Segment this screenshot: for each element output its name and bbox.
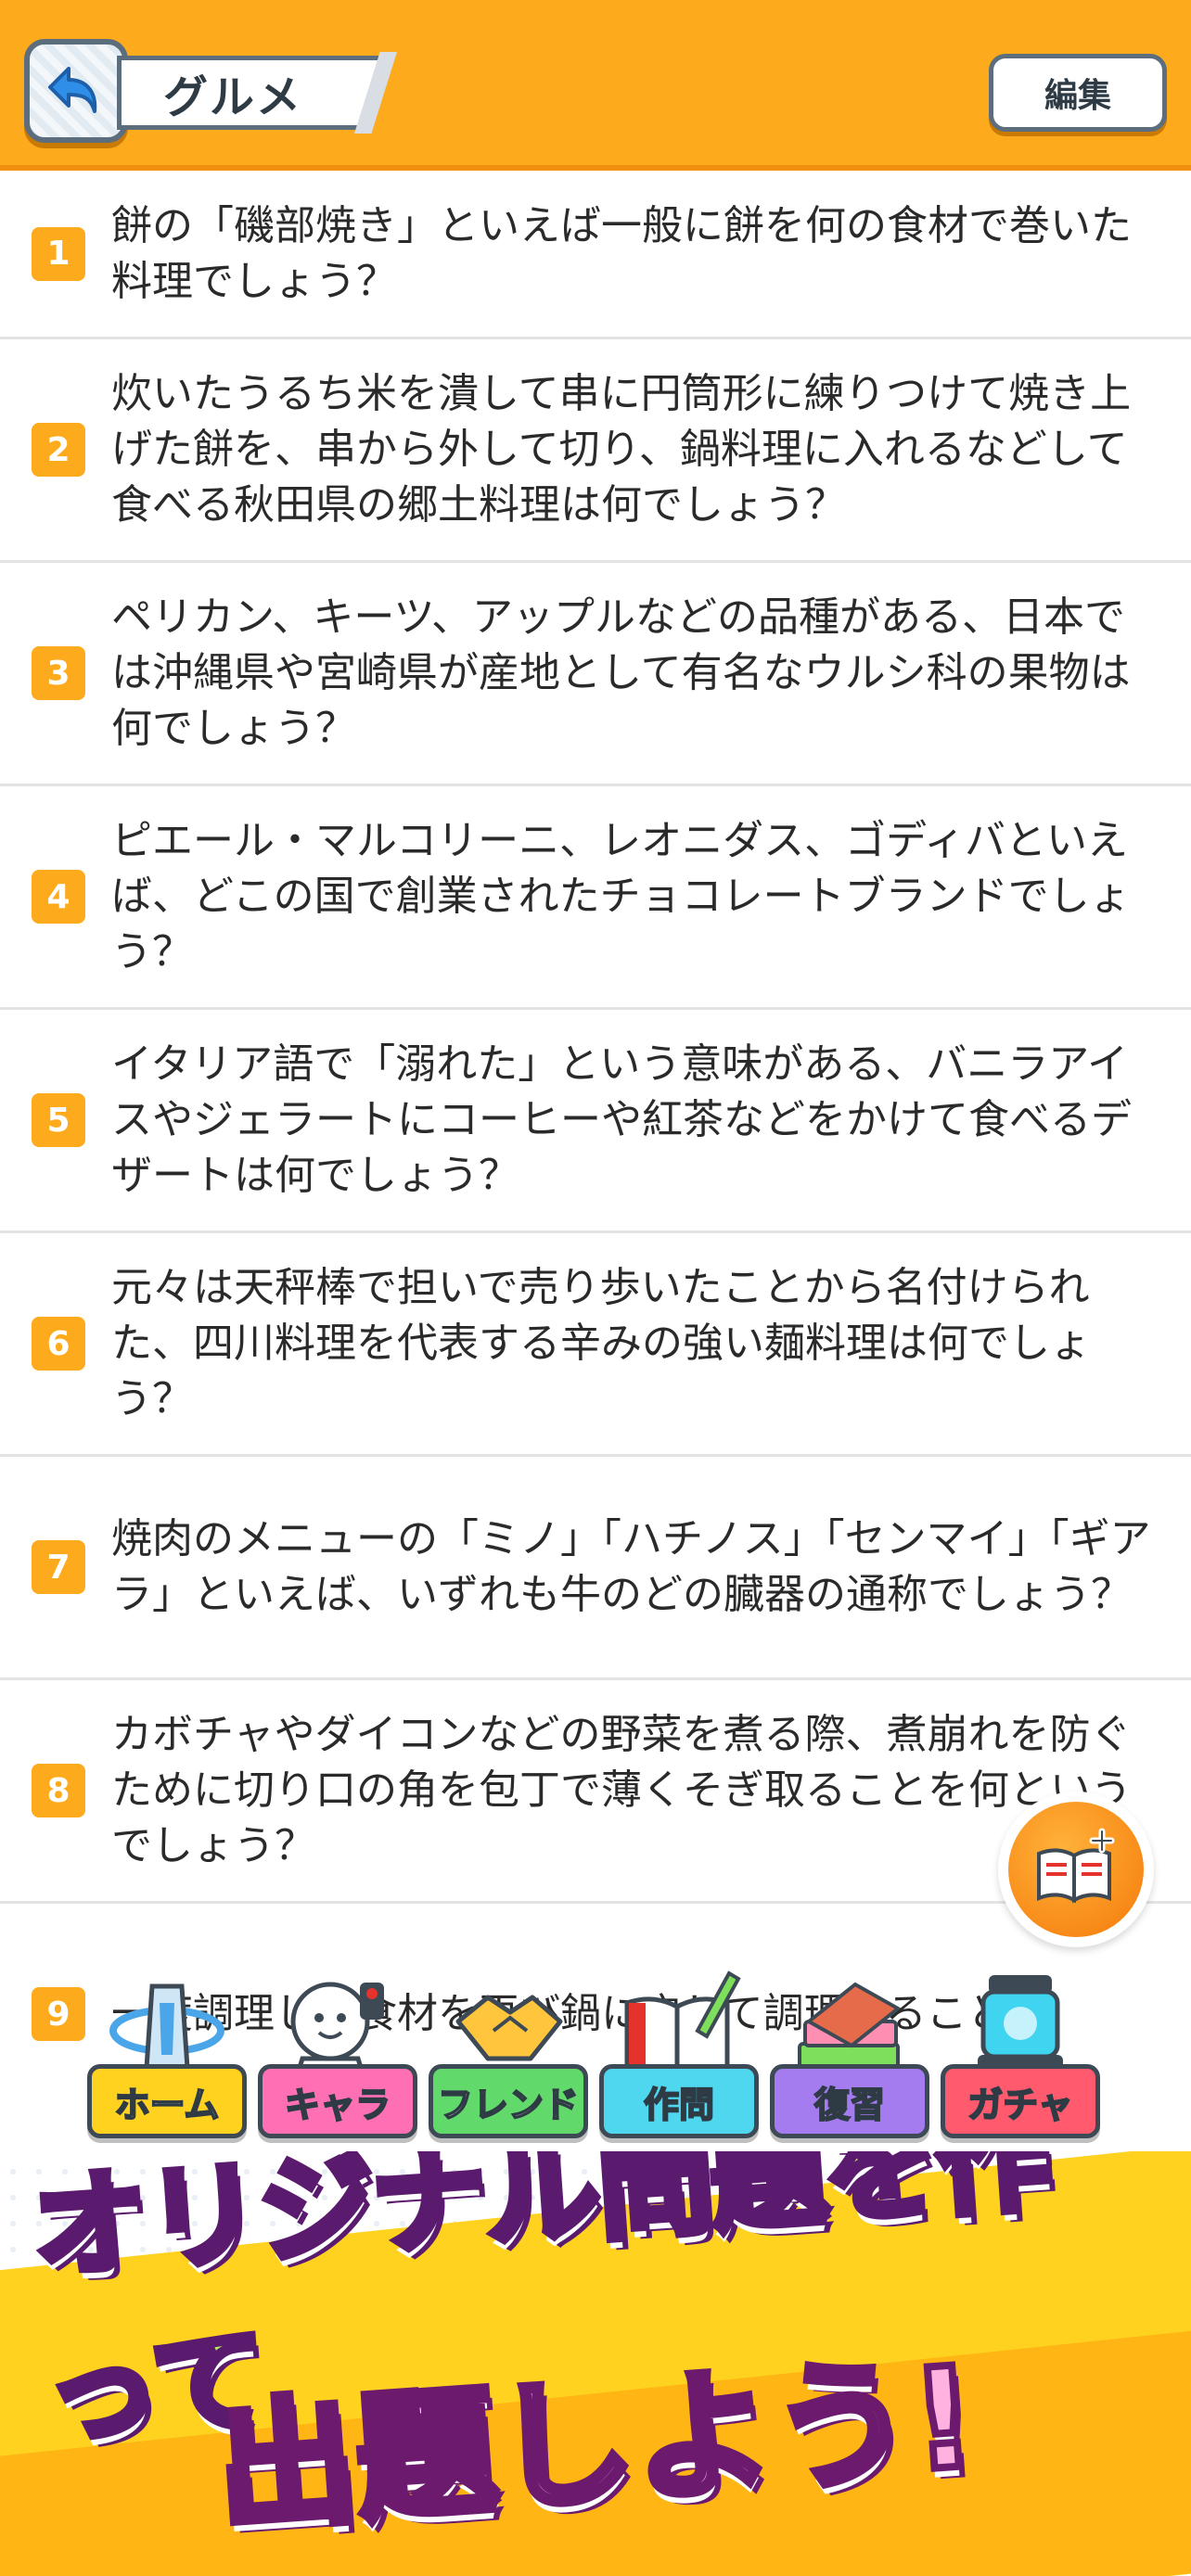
question-text: ピエール・マルコリーニ、レオニダス、ゴディバといえば、どこの国で創業されたチョコ… bbox=[111, 817, 1131, 976]
question-number-badge: 4 bbox=[32, 870, 85, 924]
page-title: グルメ bbox=[163, 71, 303, 123]
question-number-badge: 3 bbox=[32, 646, 85, 700]
promo-banner: オリジナル問題を作って 出題しよう! bbox=[0, 2133, 1191, 2576]
tab-label: 復習 bbox=[770, 2064, 929, 2138]
tab-1[interactable]: ホーム bbox=[87, 1966, 247, 2148]
tab-label: ホーム bbox=[87, 2064, 247, 2138]
question-number-badge: 9 bbox=[32, 1987, 85, 2041]
question-text: 炊いたうるち米を潰して串に円筒形に練りつけて焼き上げた餅を、串から外して切り、鍋… bbox=[111, 370, 1132, 529]
question-text: 餅の「磯部焼き」といえば一般に餅を何の食材で巻いた料理でしょう？ bbox=[111, 201, 1132, 305]
question-row[interactable]: 2 炊いたうるち米を潰して串に円筒形に練りつけて焼き上げた餅を、串から外して切り、… bbox=[0, 339, 1191, 563]
question-text: ペリカン、キーツ、アップルなどの品種がある、日本では沖縄県や宮崎県が産地として有… bbox=[111, 593, 1131, 752]
question-row[interactable]: 1 餅の「磯部焼き」といえば一般に餅を何の食材で巻いた料理でしょう？ bbox=[0, 171, 1191, 339]
back-arrow-icon bbox=[48, 67, 97, 113]
question-number-badge: 7 bbox=[32, 1540, 85, 1594]
book-plus-icon bbox=[1037, 1828, 1115, 1904]
question-number-badge: 8 bbox=[32, 1764, 85, 1817]
tab-5[interactable]: 復習 bbox=[770, 1966, 929, 2148]
question-number-badge: 5 bbox=[32, 1093, 85, 1147]
tab-label: フレンド bbox=[429, 2064, 588, 2138]
back-button[interactable] bbox=[24, 39, 128, 143]
question-text: イタリア語で「溺れた」という意味がある、バニラアイスやジェラートにコーヒーや紅茶… bbox=[111, 1040, 1132, 1199]
question-row[interactable]: 6 元々は天秤棒で担いで売り歩いたことから名付けられた、四川料理を代表する辛みの強… bbox=[0, 1233, 1191, 1457]
question-number-badge: 1 bbox=[32, 226, 85, 281]
tab-3[interactable]: フレンド bbox=[429, 1966, 588, 2148]
tab-6[interactable]: ガチャ bbox=[941, 1966, 1100, 2148]
question-row[interactable]: 7 焼肉のメニューの「ミノ」「ハチノス」「センマイ」「ギアラ」といえば、いずれも牛… bbox=[0, 1457, 1191, 1680]
create-question-button[interactable] bbox=[998, 1792, 1154, 1947]
question-text: 焼肉のメニューの「ミノ」「ハチノス」「センマイ」「ギアラ」といえば、いずれも牛の… bbox=[111, 1515, 1151, 1618]
tab-4[interactable]: 作問 bbox=[599, 1966, 759, 2148]
tab-label: キャラ bbox=[258, 2064, 417, 2138]
tab-label: ガチャ bbox=[941, 2064, 1100, 2138]
question-row[interactable]: 3 ペリカン、キーツ、アップルなどの品種がある、日本では沖縄県や宮崎県が産地として… bbox=[0, 563, 1191, 786]
tab-2[interactable]: キャラ bbox=[258, 1966, 417, 2148]
edit-button[interactable]: 編集 bbox=[989, 54, 1167, 132]
tab-label: 作問 bbox=[599, 2064, 759, 2138]
header-bar: グルメ 編集 bbox=[0, 0, 1191, 171]
question-text: 元々は天秤棒で担いで売り歩いたことから名付けられた、四川料理を代表する辛みの強い… bbox=[111, 1264, 1091, 1422]
question-number-badge: 2 bbox=[32, 423, 85, 477]
question-row[interactable]: 4 ピエール・マルコリーニ、レオニダス、ゴディバといえば、どこの国で創業されたチョ… bbox=[0, 786, 1191, 1010]
question-row[interactable]: 5 イタリア語で「溺れた」という意味がある、バニラアイスやジェラートにコーヒーや紅… bbox=[0, 1010, 1191, 1233]
question-number-badge: 6 bbox=[32, 1317, 85, 1371]
